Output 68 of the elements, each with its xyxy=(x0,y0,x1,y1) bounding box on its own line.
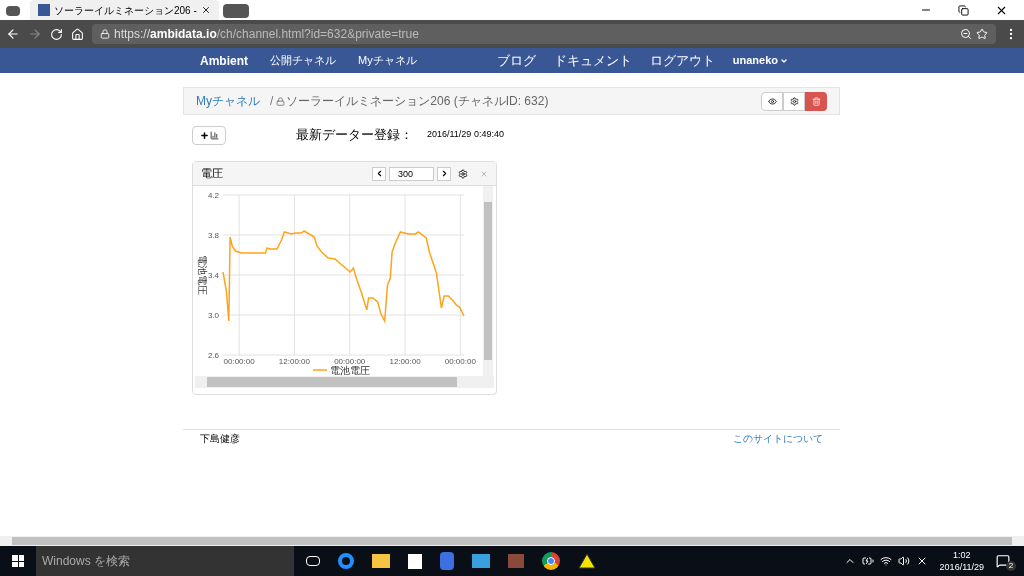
horizontal-scrollbar[interactable] xyxy=(195,376,494,388)
warning-icon[interactable] xyxy=(578,553,596,569)
last-update-label: 最新データー登録： xyxy=(296,126,413,144)
clock-date[interactable]: 2016/11/29 xyxy=(939,561,984,573)
previous-button[interactable] xyxy=(372,166,386,181)
nav-link[interactable]: ログアウト xyxy=(649,50,715,71)
vertical-scrollbar[interactable] xyxy=(483,186,493,376)
y-tick-label: 3.4 xyxy=(207,271,219,280)
x-tick-label: 00:00:00 xyxy=(223,357,255,366)
x-tick-label: 12:00:00 xyxy=(389,357,421,366)
notification-count: 2 xyxy=(1006,561,1016,571)
notification-icon[interactable] xyxy=(996,554,1010,568)
settings-icon[interactable] xyxy=(458,168,468,179)
view-button[interactable] xyxy=(761,91,783,111)
windows-logo-icon[interactable] xyxy=(12,555,24,567)
y-axis-title: 電池電圧 xyxy=(197,255,208,295)
next-button[interactable] xyxy=(437,166,451,181)
favicon-icon xyxy=(38,4,50,16)
channel-title: ソーラーイルミネーション206 (チャネルID: 632) xyxy=(286,93,549,110)
y-tick-label: 2.6 xyxy=(207,351,219,360)
add-chart-button[interactable] xyxy=(192,126,226,145)
bar-chart-icon xyxy=(209,131,219,140)
back-icon[interactable] xyxy=(6,27,20,41)
brand-logo[interactable]: Ambient xyxy=(200,51,248,70)
page-horizontal-scrollbar[interactable] xyxy=(0,536,1024,546)
home-icon[interactable] xyxy=(71,27,84,41)
trash-icon xyxy=(811,96,821,106)
app-icon[interactable] xyxy=(440,552,454,570)
breadcrumb-separator: / xyxy=(270,93,274,110)
nav-link[interactable]: Myチャネル xyxy=(358,52,417,69)
breadcrumb-link[interactable]: Myチャネル xyxy=(196,92,260,110)
nav-link[interactable]: ドキュメント xyxy=(553,50,632,71)
legend-label: 電池電圧 xyxy=(330,365,370,376)
settings-button[interactable] xyxy=(783,91,805,111)
x-tick-label: 00:00:00 xyxy=(444,357,476,366)
address-bar[interactable]: https://ambidata.io/ch/channel.html?id=632&private=true xyxy=(92,24,996,44)
taskbar-search-field[interactable]: Windows を検索 xyxy=(36,546,294,576)
restore-icon[interactable] xyxy=(958,4,969,16)
y-tick-label: 3.8 xyxy=(207,231,219,240)
about-link[interactable]: このサイトについて xyxy=(733,431,823,446)
wifi-icon[interactable] xyxy=(879,555,892,567)
url-text: https://ambidata.io/ch/channel.html?id=632&private=true xyxy=(114,26,419,43)
y-tick-label: 3.0 xyxy=(207,311,219,320)
reload-icon[interactable] xyxy=(50,27,63,41)
range-field[interactable]: 300 xyxy=(389,166,434,181)
footer-author: 下島健彦 xyxy=(200,432,240,446)
y-tick-label: 4.2 xyxy=(207,191,219,200)
zoom-icon[interactable] xyxy=(960,28,972,40)
new-tab-button[interactable] xyxy=(222,4,249,18)
x-tick-label: 12:00:00 xyxy=(278,357,310,366)
chrome-icon[interactable] xyxy=(542,552,560,570)
browser-tab[interactable]: ソーラーイルミネーション206 - xyxy=(30,0,219,20)
star-icon[interactable] xyxy=(976,28,988,40)
chart-title: 電圧 xyxy=(201,166,223,182)
speaker-icon[interactable] xyxy=(897,555,910,567)
lock-icon xyxy=(100,29,110,39)
task-view-icon[interactable] xyxy=(306,556,320,566)
gear-icon xyxy=(789,96,799,106)
x-tick-label: 00:00:00 xyxy=(334,357,366,366)
delete-button[interactable] xyxy=(805,91,827,111)
plus-icon xyxy=(199,131,209,140)
eye-icon xyxy=(767,96,777,106)
nav-link[interactable]: 公開チャネル xyxy=(270,52,336,69)
last-update-value: 2016/11/29 0:49:40 xyxy=(427,128,504,141)
nav-link[interactable]: ブログ xyxy=(496,50,536,71)
clock-time[interactable]: 1:02 xyxy=(953,549,971,561)
user-menu[interactable]: unaneko xyxy=(732,52,788,69)
close-icon[interactable] xyxy=(200,5,211,15)
